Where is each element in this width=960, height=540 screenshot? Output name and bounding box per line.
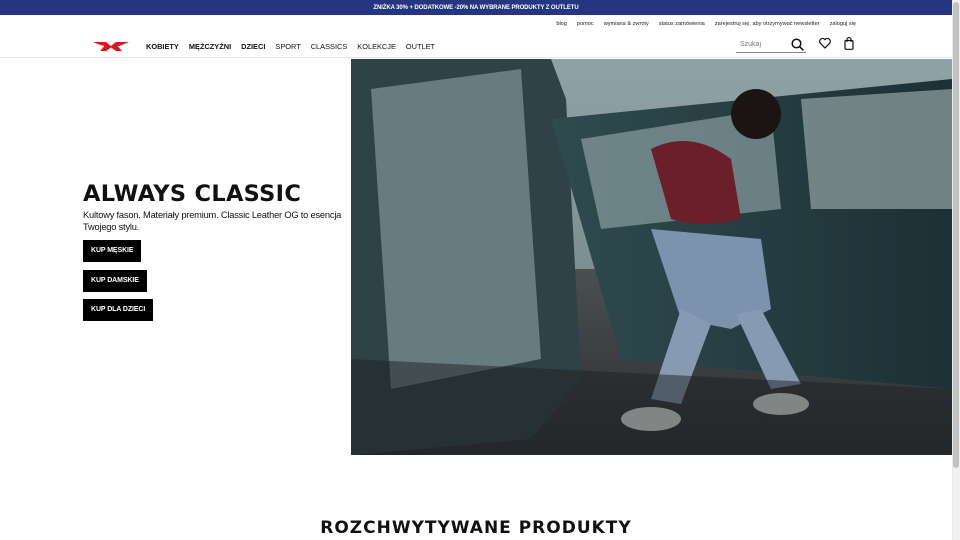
hero-title: ALWAYS CLASSIC xyxy=(83,181,302,207)
shop-men-button[interactable]: KUP MĘSKIE xyxy=(83,239,142,262)
utility-link-returns[interactable]: wymiana & zwroty xyxy=(604,21,649,27)
wishlist-heart-icon[interactable] xyxy=(819,38,831,49)
reebok-logo-icon[interactable] xyxy=(92,40,130,52)
nav-item-sport[interactable]: SPORT xyxy=(275,42,300,51)
utility-link-help[interactable]: pomoc xyxy=(577,21,594,27)
promo-banner[interactable]: ZNIŻKA 30% + DODATKOWE -20% NA WYBRANE P… xyxy=(0,0,952,15)
utility-link-order-status[interactable]: status zamówienia xyxy=(659,21,705,27)
hero-description: Kultowy fason. Materiały premium. Classi… xyxy=(83,210,342,232)
nav-item-outlet[interactable]: OUTLET xyxy=(406,42,435,51)
utility-link-login[interactable]: zaloguj się xyxy=(830,21,856,27)
hero-text-block: ALWAYS CLASSIC Kultowy fason. Materiały … xyxy=(83,181,345,233)
shop-women-button[interactable]: KUP DAMSKIE xyxy=(83,269,147,292)
nav-menu: KOBIETY MĘŻCZYŹNI DZIECI SPORT CLASSICS … xyxy=(146,42,435,51)
shopping-bag-icon[interactable] xyxy=(844,37,854,50)
promo-text[interactable]: ZNIŻKA 30% + DODATKOWE -20% NA WYBRANE P… xyxy=(373,5,578,11)
nav-item-collections[interactable]: KOLEKCJE xyxy=(357,42,396,51)
hero-image[interactable] xyxy=(351,59,952,455)
utility-bar: blog pomoc wymiana & zwroty status zamów… xyxy=(0,15,952,32)
main-navigation: KOBIETY MĘŻCZYŹNI DZIECI SPORT CLASSICS … xyxy=(0,32,952,58)
section-title: ROZCHWYTYWANE PRODUKTY xyxy=(320,518,632,538)
nav-item-kids[interactable]: DZIECI xyxy=(241,42,265,51)
search-icon[interactable] xyxy=(791,38,804,51)
hero-photo-illustration xyxy=(351,59,952,455)
utility-link-blog[interactable]: blog xyxy=(556,21,567,27)
scrollbar-thumb[interactable] xyxy=(953,2,959,468)
search-input[interactable] xyxy=(736,40,786,48)
shop-kids-button[interactable]: KUP DLA DZIECI xyxy=(83,298,154,321)
search-box xyxy=(736,36,806,53)
nav-item-men[interactable]: MĘŻCZYŹNI xyxy=(189,42,231,51)
utility-link-newsletter[interactable]: zarejestruj się, aby otrzymywać newslett… xyxy=(715,21,820,27)
nav-item-women[interactable]: KOBIETY xyxy=(146,42,179,51)
nav-item-classics[interactable]: CLASSICS xyxy=(311,42,348,51)
page-scrollbar[interactable] xyxy=(952,0,960,540)
